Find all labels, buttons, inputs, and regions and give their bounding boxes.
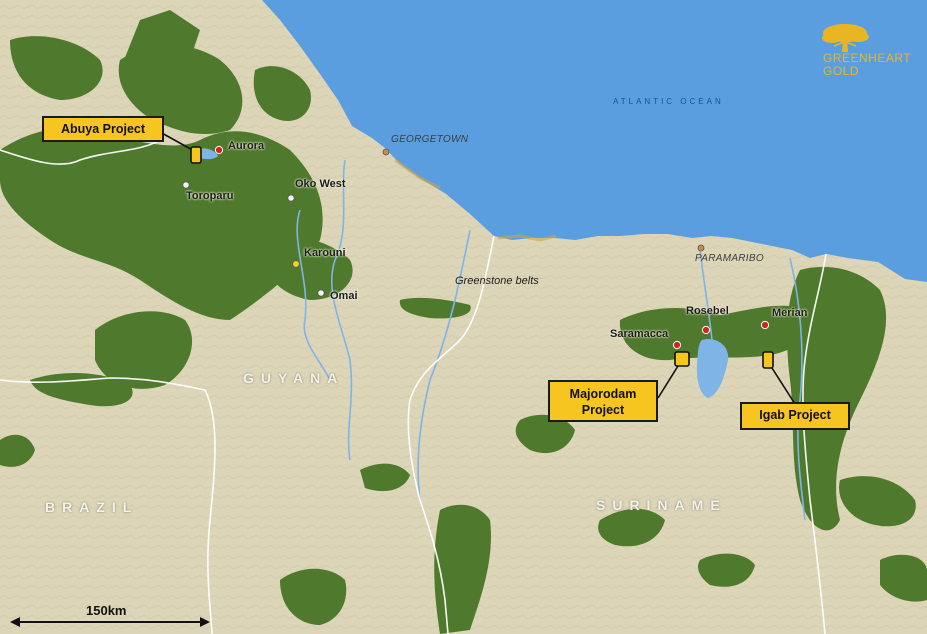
majorodam-project-outline xyxy=(674,351,690,367)
merian-marker xyxy=(760,320,770,330)
toroparu-label: Toroparu xyxy=(186,190,234,202)
greenstone-belts-label: Greenstone belts xyxy=(455,275,539,287)
igab-project-outline xyxy=(762,351,774,369)
majorodam-line-2: Project xyxy=(581,403,625,417)
aurora-marker xyxy=(214,145,224,155)
paramaribo-label: PARAMARIBO xyxy=(695,253,764,264)
aurora-label: Aurora xyxy=(228,140,265,152)
ocean-label: ATLANTIC OCEAN xyxy=(613,97,724,106)
georgetown-marker xyxy=(382,148,390,156)
brazil-label: BRAZIL xyxy=(45,499,139,515)
abuya-project-callout: Abuya Project xyxy=(42,116,164,142)
saramacca-label: Saramacca xyxy=(610,328,669,340)
saramacca-marker xyxy=(672,340,682,350)
majorodam-project-callout: Majorodam Project xyxy=(548,380,658,422)
igab-project-callout: Igab Project xyxy=(740,402,850,430)
suriname-label: SURINAME xyxy=(596,497,727,513)
abuya-project-outline xyxy=(190,146,202,164)
rosebel-label: Rosebel xyxy=(686,305,729,317)
karouni-label: Karouni xyxy=(304,247,346,259)
toroparu-marker xyxy=(182,181,190,189)
omai-label: Omai xyxy=(330,290,358,302)
oko-west-label: Oko West xyxy=(295,178,346,190)
scale-bar-label: 150km xyxy=(86,603,127,618)
karouni-marker xyxy=(292,260,300,268)
logo-line-2: GOLD xyxy=(823,64,860,78)
majorodam-line-1: Majorodam xyxy=(569,387,637,401)
rosebel-marker xyxy=(701,325,711,335)
georgetown-label: GEORGETOWN xyxy=(391,134,469,145)
logo-wordmark: GREENHEART GOLD xyxy=(823,52,911,78)
map: GREENHEART GOLD ATLANTIC OCEAN GEORGETOW… xyxy=(0,0,927,634)
guyana-label: GUYANA xyxy=(243,370,345,386)
omai-marker xyxy=(317,289,325,297)
merian-label: Merian xyxy=(772,307,808,319)
oko-west-marker xyxy=(287,194,295,202)
paramaribo-marker xyxy=(697,244,705,252)
